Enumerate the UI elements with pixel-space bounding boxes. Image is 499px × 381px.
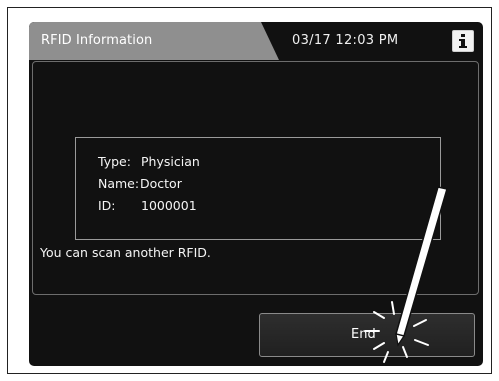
- page-title: RFID Information: [41, 33, 153, 48]
- id-value: 1000001: [141, 198, 197, 213]
- name-value: Doctor: [140, 176, 182, 191]
- end-button[interactable]: End: [259, 313, 475, 357]
- type-value: Physician: [141, 154, 200, 169]
- end-button-label: End: [351, 327, 376, 342]
- info-button[interactable]: [452, 30, 474, 52]
- type-label: Type:: [98, 154, 131, 169]
- status-message: You can scan another RFID.: [40, 245, 211, 260]
- info-icon: [459, 34, 467, 48]
- name-label: Name:: [98, 176, 140, 191]
- id-label: ID:: [98, 198, 116, 213]
- main-panel: Type: Physician Name: Doctor ID: 1000001…: [32, 61, 479, 295]
- datetime-display: 03/17 12:03 PM: [292, 33, 399, 48]
- rfid-details-box: Type: Physician Name: Doctor ID: 1000001: [75, 137, 441, 240]
- device-screen: RFID Information 03/17 12:03 PM Type: Ph…: [29, 22, 483, 366]
